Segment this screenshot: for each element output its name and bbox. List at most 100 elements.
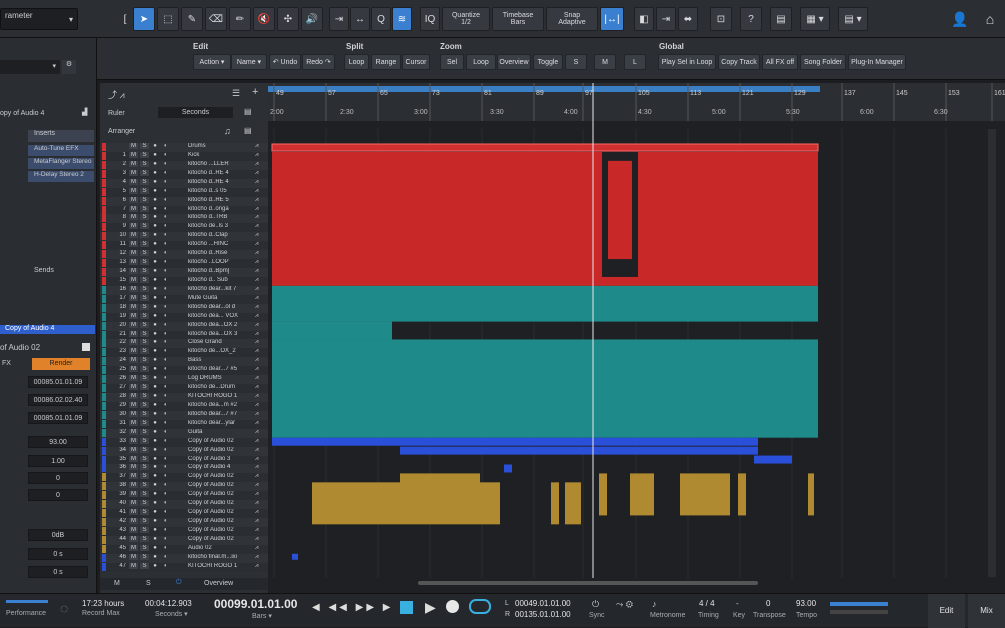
sends-header[interactable]: Sends [28, 267, 94, 274]
edit-button-18[interactable]: Plug-In Manager [848, 54, 906, 70]
track-name[interactable]: kitocho d..RE 4 [188, 170, 252, 176]
arranger-options-icon[interactable]: ▤ [244, 126, 252, 135]
transpose-value[interactable]: 0 [766, 599, 770, 608]
track-name[interactable]: kitocho d..Rise [188, 250, 252, 256]
solo-button[interactable]: S [140, 401, 149, 408]
record-button[interactable] [446, 600, 459, 613]
track-row[interactable]: 9 M S ● ◖ kitocho de..ls 3 ⩘ [100, 223, 268, 233]
power-icon[interactable]: ⏻ [176, 579, 182, 587]
track-name[interactable]: kitocho d..onga [188, 206, 252, 212]
monitor-icon[interactable]: ◖ [161, 152, 169, 158]
track-row[interactable]: 5 M S ● ◖ kitocho d..s 05 ⩘ [100, 187, 268, 197]
render-button[interactable]: Render [32, 358, 90, 370]
record-arm-icon[interactable]: ● [151, 545, 159, 551]
record-arm-icon[interactable]: ● [151, 411, 159, 417]
mute-button[interactable]: M [129, 330, 138, 337]
track-row[interactable]: M S ● ◖ Drums ⩘ [100, 143, 268, 152]
record-arm-icon[interactable]: ● [151, 482, 159, 488]
solo-button[interactable]: S [140, 509, 149, 516]
inspector-field[interactable]: 00086.02.02.40 [28, 394, 88, 406]
insert-slot[interactable]: MetaFlanger Stereo [28, 158, 94, 169]
record-arm-icon[interactable]: ● [151, 384, 159, 390]
grid-menu-button[interactable]: ▦ ▾ [800, 7, 830, 31]
track-row[interactable]: 41 M S ● ◖ Copy of Audio 02 ⩘ [100, 509, 268, 519]
monitor-icon[interactable]: ◖ [161, 464, 169, 470]
track-name[interactable]: Copy of Audio 02 [188, 527, 252, 533]
track-row[interactable]: 39 M S ● ◖ Copy of Audio 02 ⩘ [100, 491, 268, 501]
track-row[interactable]: 25 M S ● ◖ kitocho dear...7 #5 ⩘ [100, 366, 268, 376]
timing-value[interactable]: 4 / 4 [699, 599, 715, 608]
target-icon-button[interactable]: ⊡ [710, 7, 732, 31]
solo-button[interactable]: S [140, 419, 149, 426]
solo-button[interactable]: S [140, 491, 149, 498]
solo-button[interactable]: S [140, 348, 149, 355]
solo-button[interactable]: S [140, 169, 149, 176]
eraser-tool-button[interactable]: ⌫ [205, 7, 227, 31]
split-at-cursor-button[interactable]: ⇥ [329, 7, 349, 31]
record-arm-icon[interactable]: ● [151, 188, 159, 194]
mute-button[interactable]: M [129, 562, 138, 569]
record-arm-icon[interactable]: ● [151, 518, 159, 524]
record-arm-icon[interactable]: ● [151, 563, 159, 569]
edit-button-10[interactable]: Toggle [533, 54, 563, 70]
track-name[interactable]: kitocho ...HINC [188, 241, 252, 247]
record-arm-icon[interactable]: ● [151, 241, 159, 247]
autoscroll-button[interactable]: ≋ [392, 7, 412, 31]
mute-button[interactable]: M [129, 151, 138, 158]
mute-button[interactable]: M [129, 455, 138, 462]
track-name[interactable]: kitocho dear...kit 7 [188, 286, 252, 292]
solo-button[interactable]: S [140, 446, 149, 453]
record-arm-icon[interactable]: ● [151, 500, 159, 506]
solo-button[interactable]: S [140, 232, 149, 239]
monitor-icon[interactable]: ◖ [161, 277, 169, 283]
track-name[interactable]: kitocho d..RE 4 [188, 179, 252, 185]
record-arm-icon[interactable]: ● [151, 304, 159, 310]
record-arm-icon[interactable]: ● [151, 331, 159, 337]
mute-button[interactable]: M [129, 321, 138, 328]
mute-button[interactable]: M [129, 232, 138, 239]
monitor-icon[interactable]: ◖ [161, 545, 169, 551]
edit-tab[interactable]: Edit [928, 594, 965, 628]
track-name[interactable]: kitocho d..Bpm] [188, 268, 252, 274]
track-row[interactable]: 13 M S ● ◖ kitocho ..LOOP ⩘ [100, 259, 268, 269]
mute-button[interactable]: M [129, 509, 138, 516]
mute-button[interactable]: M [129, 491, 138, 498]
footer-mute[interactable]: M [114, 580, 120, 587]
monitor-icon[interactable]: ◖ [161, 295, 169, 301]
track-row[interactable]: 45 M S ● ◖ Audio 02 ⩘ [100, 544, 268, 554]
record-arm-icon[interactable]: ● [151, 447, 159, 453]
record-arm-icon[interactable]: ● [151, 536, 159, 542]
track-row[interactable]: 1 M S ● ◖ Kick ⩘ [100, 151, 268, 161]
overview-dropdown[interactable]: Overview [204, 580, 233, 587]
solo-button[interactable]: S [140, 276, 149, 283]
inspector-field[interactable]: 93.00 [28, 436, 88, 448]
arrange-view[interactable]: 49 57 65 73 81 89 97 105 113 121 129 137 145 153 161 2:… [268, 83, 1005, 593]
mute-button[interactable]: M [129, 437, 138, 444]
left-locator[interactable]: 00049.01.01.00 [515, 599, 571, 608]
track-row[interactable]: 2 M S ● ◖ kitocho ...LLER ⩘ [100, 160, 268, 170]
edit-button-11[interactable]: S [565, 54, 587, 70]
edit-button-8[interactable]: Loop [466, 54, 496, 70]
inspector-field[interactable]: 00085.01.01.09 [28, 376, 88, 388]
solo-button[interactable]: S [140, 375, 149, 382]
record-arm-icon[interactable]: ● [151, 143, 159, 149]
monitor-icon[interactable]: ◖ [161, 420, 169, 426]
monitor-icon[interactable]: ◖ [161, 259, 169, 265]
record-arm-icon[interactable]: ● [151, 250, 159, 256]
track-name[interactable]: kitocho d..TRB [188, 214, 252, 220]
track-row[interactable]: 43 M S ● ◖ Copy of Audio 02 ⩘ [100, 526, 268, 536]
solo-button[interactable]: S [140, 178, 149, 185]
solo-button[interactable]: S [140, 473, 149, 480]
solo-button[interactable]: S [140, 526, 149, 533]
track-row[interactable]: 8 M S ● ◖ kitocho d..TRB ⩘ [100, 214, 268, 224]
track-row[interactable]: 47 M S ● ◖ KITOCHI ROGO 1 ⩘ [100, 562, 268, 572]
track-name[interactable]: kitocho dea...m #2 [188, 402, 252, 408]
mute-button[interactable]: M [129, 276, 138, 283]
monitor-icon[interactable]: ◖ [161, 304, 169, 310]
inspector-field[interactable]: 1.00 [28, 455, 88, 467]
record-arm-icon[interactable]: ● [151, 277, 159, 283]
record-arm-icon[interactable]: ● [151, 232, 159, 238]
monitor-icon[interactable]: ◖ [161, 366, 169, 372]
record-arm-icon[interactable]: ● [151, 179, 159, 185]
monitor-icon[interactable]: ◖ [161, 447, 169, 453]
